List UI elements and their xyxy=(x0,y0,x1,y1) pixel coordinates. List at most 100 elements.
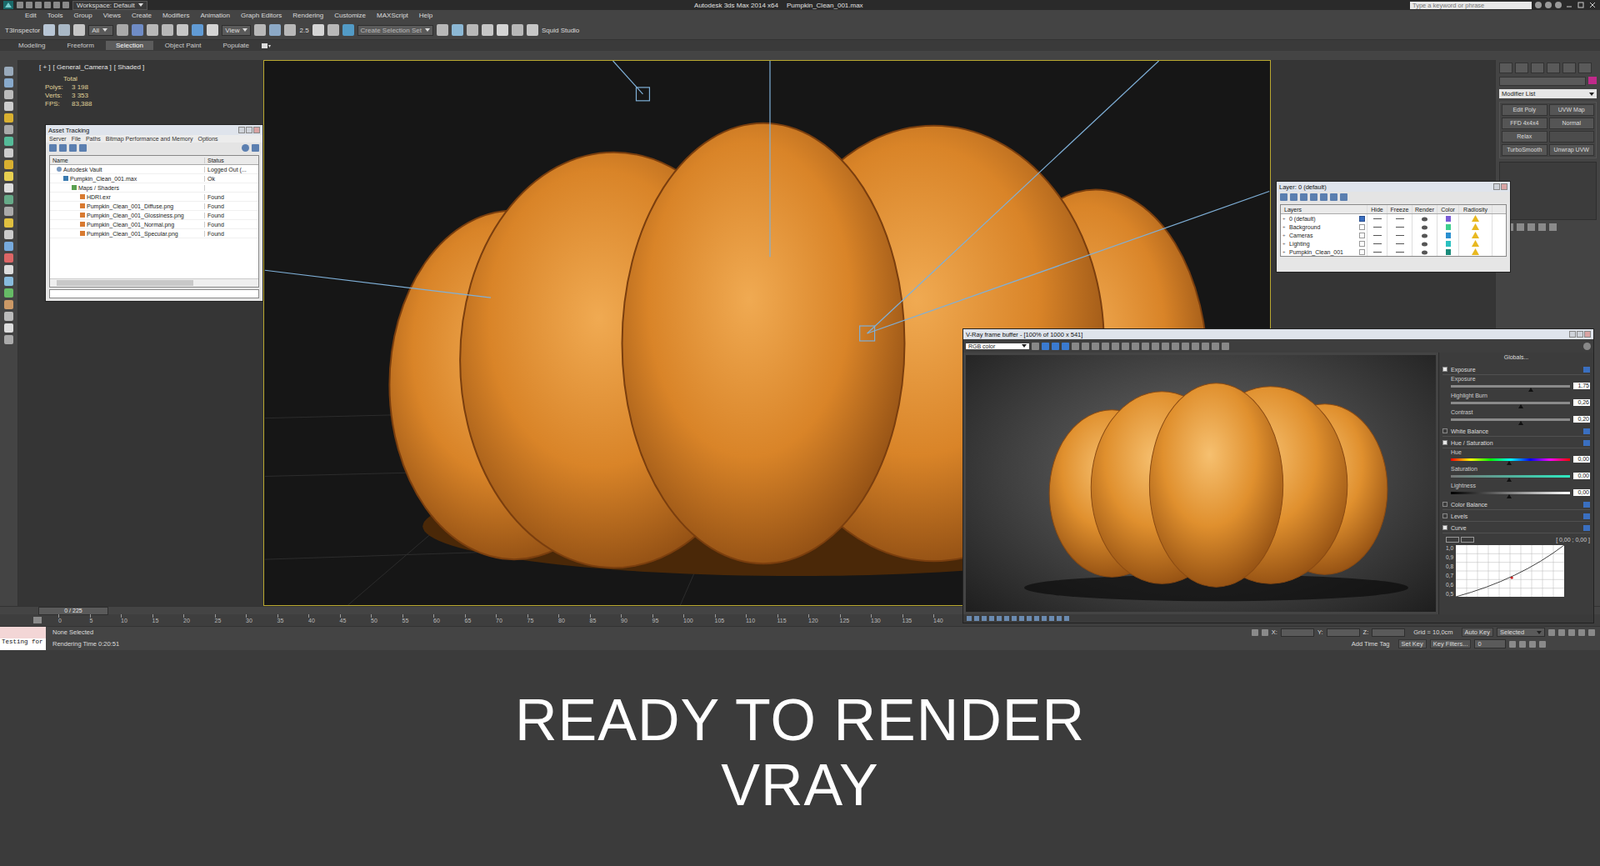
help-icon[interactable] xyxy=(1535,1,1542,9)
horizontal-scrollbar[interactable] xyxy=(50,278,259,287)
correction-slider[interactable]: Hue0,00 xyxy=(1442,448,1590,465)
tool-icon[interactable] xyxy=(4,113,14,123)
vfb-tool-icon[interactable] xyxy=(1181,342,1190,350)
asset-row[interactable]: Pumpkin_Clean_001_Glossiness.pngFound xyxy=(50,210,259,220)
radiosity-icon[interactable] xyxy=(1471,223,1480,230)
reference-coordinate-dropdown[interactable]: View xyxy=(221,25,251,36)
vfb-tool-icon[interactable] xyxy=(1151,342,1160,350)
command-tab-icon[interactable] xyxy=(1546,62,1560,74)
maximize-icon[interactable] xyxy=(1576,330,1584,338)
menu-item[interactable]: Views xyxy=(103,11,121,20)
isolate-icon[interactable] xyxy=(1261,629,1269,636)
layer-color-swatch[interactable] xyxy=(1445,232,1451,239)
vfb-bottom-icon[interactable] xyxy=(1049,615,1055,621)
inspector-label[interactable]: T3Inspector xyxy=(5,26,40,35)
stack-tool-icon[interactable] xyxy=(1516,223,1525,231)
vfb-tool-icon[interactable] xyxy=(1111,342,1120,350)
toolbar-icon[interactable] xyxy=(436,24,449,36)
vfb-bottom-icon[interactable] xyxy=(1034,615,1040,621)
tool-icon[interactable] xyxy=(4,125,14,135)
toolbar-icon[interactable] xyxy=(511,24,524,36)
modifier-button[interactable]: Relax xyxy=(1501,130,1548,143)
current-frame-field[interactable]: 0 xyxy=(1474,639,1506,649)
render-teapot-icon[interactable] xyxy=(1420,232,1429,239)
vfb-bottom-icon[interactable] xyxy=(966,615,972,621)
vfb-tool-icon[interactable] xyxy=(1211,342,1220,350)
radiosity-icon[interactable] xyxy=(1471,215,1480,222)
correction-slider[interactable]: Exposure1,75 xyxy=(1442,375,1590,392)
correction-slider[interactable]: Highlight Burn0,26 xyxy=(1442,391,1590,409)
layer-color-swatch[interactable] xyxy=(1445,224,1451,230)
slider-handle[interactable] xyxy=(1518,404,1524,409)
toolbar-icon[interactable] xyxy=(526,24,539,36)
toolbar-icon[interactable] xyxy=(191,24,204,36)
modifier-button[interactable] xyxy=(1549,130,1595,143)
vfb-tool-icon[interactable] xyxy=(1081,342,1090,350)
window-title-bar[interactable]: Layer: 0 (default) xyxy=(1276,181,1510,192)
section-checkbox[interactable] xyxy=(1442,513,1448,519)
slider-value-field[interactable]: 0,20 xyxy=(1573,415,1590,423)
vfb-tool-icon[interactable] xyxy=(1131,342,1140,350)
menu-item[interactable]: Animation xyxy=(200,11,230,20)
key-filters-button[interactable]: Key Filters... xyxy=(1430,639,1472,649)
tool-icon[interactable] xyxy=(4,160,14,170)
asset-row[interactable]: Autodesk VaultLogged Out (... xyxy=(50,165,259,175)
command-tab-icon[interactable] xyxy=(1578,62,1592,74)
toolbar-icon[interactable] xyxy=(254,24,266,36)
tool-icon[interactable] xyxy=(4,335,14,345)
close-icon[interactable] xyxy=(1500,183,1508,190)
viewport-navigation-icon[interactable] xyxy=(1539,640,1546,648)
toolbar-icon[interactable] xyxy=(312,24,325,36)
layer-tool-icon[interactable] xyxy=(1290,193,1298,201)
vfb-tool-icon[interactable] xyxy=(1141,342,1150,350)
vfb-tool-icon[interactable] xyxy=(1201,342,1210,350)
render-image[interactable] xyxy=(965,355,1436,612)
vfb-bottom-icon[interactable] xyxy=(1064,615,1070,621)
maximize-icon[interactable] xyxy=(245,126,253,134)
path-field[interactable] xyxy=(49,289,260,299)
tool-icon[interactable] xyxy=(4,101,14,111)
maximize-icon[interactable] xyxy=(1576,0,1585,10)
section-menu-icon[interactable] xyxy=(1583,440,1590,446)
toolbar-icon[interactable] xyxy=(43,24,55,36)
toolbar-icon[interactable] xyxy=(327,24,340,36)
vfb-bottom-icon[interactable] xyxy=(1019,615,1025,621)
layer-row[interactable]: +Cameras xyxy=(1280,230,1506,240)
toolbar-icon[interactable] xyxy=(496,24,509,36)
toolbar-icon[interactable] xyxy=(284,24,296,36)
asset-tool-icon[interactable] xyxy=(69,144,77,152)
toolbar-icon[interactable] xyxy=(451,24,464,36)
tool-icon[interactable] xyxy=(4,230,14,240)
auto-key-button[interactable]: Auto Key xyxy=(1461,627,1494,637)
tool-icon[interactable] xyxy=(4,300,14,310)
toolbar-icon[interactable] xyxy=(161,24,174,36)
vfb-tool-icon[interactable] xyxy=(1191,342,1200,350)
object-color-swatch[interactable] xyxy=(1588,76,1597,85)
studio-label[interactable]: Squid Studio xyxy=(541,26,580,35)
vfb-bottom-icon[interactable] xyxy=(1041,615,1047,621)
render-teapot-icon[interactable] xyxy=(1420,249,1429,255)
globals-button[interactable]: Globals... xyxy=(1442,354,1590,364)
quick-access-icon[interactable] xyxy=(35,1,42,9)
asset-row[interactable]: Pumpkin_Clean_001.maxOk xyxy=(50,174,259,184)
modifier-button[interactable]: Edit Poly xyxy=(1501,104,1548,116)
current-layer-mark[interactable] xyxy=(1359,215,1365,222)
selection-filter-dropdown[interactable]: All xyxy=(88,25,114,36)
section-checkbox[interactable] xyxy=(1442,366,1448,372)
lock-icon[interactable] xyxy=(1251,629,1259,636)
vfb-tool-icon[interactable] xyxy=(1101,342,1110,350)
tool-icon[interactable] xyxy=(4,323,14,333)
correction-slider[interactable]: Contrast0,20 xyxy=(1442,408,1590,425)
close-icon[interactable] xyxy=(253,126,260,134)
toolbar-icon[interactable] xyxy=(176,24,189,36)
help-icon[interactable] xyxy=(1555,1,1562,9)
vfb-tool-icon[interactable] xyxy=(1071,342,1080,350)
section-checkbox[interactable] xyxy=(1442,428,1448,434)
tool-icon[interactable] xyxy=(4,253,14,263)
coordinate-field[interactable] xyxy=(1280,628,1315,637)
tool-icon[interactable] xyxy=(4,136,14,146)
window-title-bar[interactable]: V-Ray frame buffer - [100% of 1000 x 541… xyxy=(963,329,1594,340)
render-teapot-icon[interactable] xyxy=(1420,224,1429,230)
ribbon-tab[interactable]: Selection xyxy=(105,40,154,50)
layer-row[interactable]: +Lighting xyxy=(1280,239,1506,248)
